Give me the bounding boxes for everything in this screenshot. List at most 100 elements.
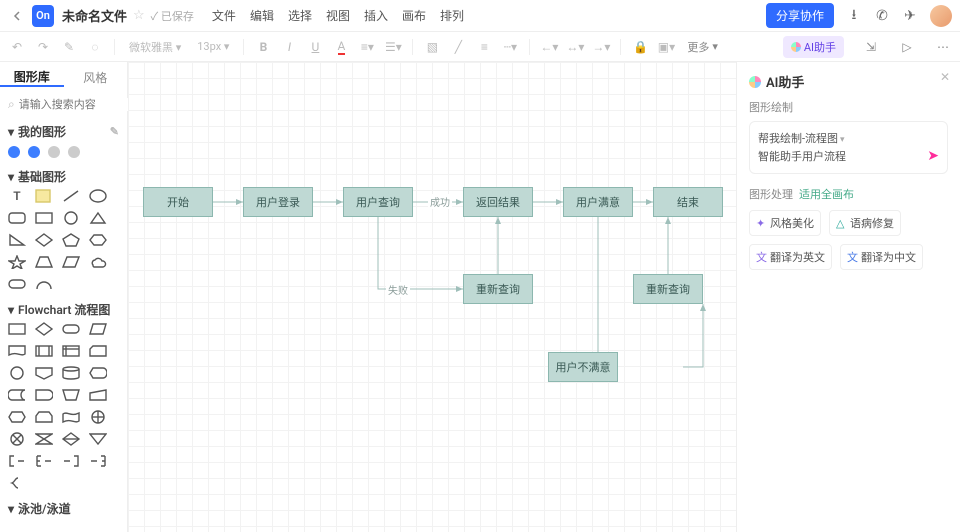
fill-color-icon[interactable]: ▧ bbox=[423, 38, 441, 56]
chip-fix[interactable]: △语病修复 bbox=[829, 210, 901, 236]
fc-process[interactable] bbox=[8, 322, 26, 336]
swatch[interactable] bbox=[68, 146, 80, 158]
fc-brace[interactable] bbox=[8, 476, 26, 490]
edit-my-shapes-icon[interactable]: ✎ bbox=[110, 125, 119, 138]
italic-icon[interactable]: I bbox=[280, 38, 298, 56]
download-icon[interactable]: ⭳ bbox=[846, 8, 862, 24]
avatar[interactable] bbox=[930, 5, 952, 27]
align-icon[interactable]: ≡▾ bbox=[358, 38, 376, 56]
fc-delay[interactable] bbox=[35, 388, 53, 402]
favorite-icon[interactable]: ☆ bbox=[133, 8, 145, 23]
menu-edit[interactable]: 编辑 bbox=[250, 7, 274, 24]
font-size-select[interactable]: 13px ▾ bbox=[197, 40, 229, 53]
fc-predef[interactable] bbox=[35, 344, 53, 358]
swatch[interactable] bbox=[48, 146, 60, 158]
shape-star[interactable] bbox=[8, 255, 26, 269]
lock-icon[interactable]: 🔒 bbox=[631, 38, 649, 56]
node-query[interactable]: 用户查询 bbox=[343, 187, 413, 217]
bold-icon[interactable]: B bbox=[254, 38, 272, 56]
fc-stored[interactable] bbox=[8, 388, 26, 402]
close-icon[interactable]: ✕ bbox=[940, 70, 950, 84]
fc-data[interactable] bbox=[89, 322, 107, 336]
ai-prompt-card[interactable]: 帮我绘制-流程图▾ 智能助手用户流程 ➤ bbox=[749, 121, 948, 174]
menu-canvas[interactable]: 画布 bbox=[402, 7, 426, 24]
export-icon[interactable]: ⇲ bbox=[862, 38, 880, 56]
tab-library[interactable]: 图形库 bbox=[0, 68, 64, 87]
fc-prep[interactable] bbox=[8, 410, 26, 424]
shape-note[interactable] bbox=[35, 189, 53, 203]
node-retry1[interactable]: 重新查询 bbox=[463, 274, 533, 304]
node-login[interactable]: 用户登录 bbox=[243, 187, 313, 217]
tab-style[interactable]: 风格 bbox=[64, 69, 128, 86]
fc-decision[interactable] bbox=[35, 322, 53, 336]
fc-connector[interactable] bbox=[8, 366, 26, 380]
group-icon[interactable]: ▣▾ bbox=[657, 38, 675, 56]
menu-arrange[interactable]: 排列 bbox=[440, 7, 464, 24]
cat-flowchart[interactable]: ▾ Flowchart 流程图 bbox=[8, 301, 119, 318]
ai-toolbar-button[interactable]: AI助手 bbox=[783, 36, 844, 58]
send-icon[interactable]: ➤ bbox=[927, 145, 939, 167]
fc-annot3[interactable] bbox=[62, 454, 80, 468]
fc-terminator[interactable] bbox=[62, 322, 80, 336]
shape-roundrect[interactable] bbox=[8, 211, 26, 225]
canvas[interactable]: 开始 用户登录 用户查询 返回结果 用户满意 结束 重新查询 重新查询 用户不满… bbox=[128, 62, 736, 532]
swatch[interactable] bbox=[28, 146, 40, 158]
fc-display[interactable] bbox=[89, 366, 107, 380]
node-result[interactable]: 返回结果 bbox=[463, 187, 533, 217]
underline-icon[interactable]: U bbox=[306, 38, 324, 56]
shape-rtriangle[interactable] bbox=[8, 233, 26, 247]
shape-line[interactable] bbox=[62, 189, 80, 203]
fc-card[interactable] bbox=[89, 344, 107, 358]
fc-database[interactable] bbox=[62, 366, 80, 380]
cat-swimlane[interactable]: ▾ 泳池/泳道 bbox=[8, 500, 119, 517]
fc-internal[interactable] bbox=[62, 344, 80, 358]
shape-hexagon[interactable] bbox=[89, 233, 107, 247]
shape-diamond[interactable] bbox=[35, 233, 53, 247]
line-color-icon[interactable]: ╱ bbox=[449, 38, 467, 56]
fc-offpage[interactable] bbox=[35, 366, 53, 380]
fc-loop[interactable] bbox=[35, 410, 53, 424]
node-satisfy[interactable]: 用户满意 bbox=[563, 187, 633, 217]
menu-insert[interactable]: 插入 bbox=[364, 7, 388, 24]
connector-icon[interactable]: ↔▾ bbox=[566, 38, 584, 56]
node-end[interactable]: 结束 bbox=[653, 187, 723, 217]
node-start[interactable]: 开始 bbox=[143, 187, 213, 217]
chip-zh[interactable]: 文翻译为中文 bbox=[840, 244, 923, 270]
menu-view[interactable]: 视图 bbox=[326, 7, 350, 24]
more-button[interactable]: 更多 ▾ bbox=[687, 39, 718, 55]
arrow-end-icon[interactable]: →▾ bbox=[592, 38, 610, 56]
shape-circle[interactable] bbox=[62, 211, 80, 225]
line-style-icon[interactable]: ┄▾ bbox=[501, 38, 519, 56]
shape-triangle[interactable] bbox=[89, 211, 107, 225]
shape-cloud[interactable] bbox=[89, 255, 107, 269]
cat-my-shapes[interactable]: ▾ 我的图形✎ bbox=[8, 123, 119, 140]
fc-annot1[interactable] bbox=[8, 454, 26, 468]
fc-sum[interactable] bbox=[89, 410, 107, 424]
chip-beautify[interactable]: ✦风格美化 bbox=[749, 210, 821, 236]
undo-icon[interactable]: ↶ bbox=[8, 38, 26, 56]
font-select[interactable]: 微软雅黑 ▾ bbox=[129, 39, 181, 55]
menu-file[interactable]: 文件 bbox=[212, 7, 236, 24]
font-color-icon[interactable]: A bbox=[332, 38, 350, 56]
phone-icon[interactable]: ✆ bbox=[874, 8, 890, 24]
shape-trapezoid[interactable] bbox=[35, 255, 53, 269]
fc-annot4[interactable] bbox=[89, 454, 107, 468]
shape-ellipse[interactable] bbox=[89, 189, 107, 203]
send-icon[interactable]: ✈ bbox=[902, 8, 918, 24]
swatch[interactable] bbox=[8, 146, 20, 158]
cat-basic[interactable]: ▾ 基础图形 bbox=[8, 168, 119, 185]
fc-tape[interactable] bbox=[62, 410, 80, 424]
shape-pentagon[interactable] bbox=[62, 233, 80, 247]
fc-sort[interactable] bbox=[62, 432, 80, 446]
fc-document[interactable] bbox=[8, 344, 26, 358]
present-icon[interactable]: ▷ bbox=[898, 38, 916, 56]
more-icon[interactable]: ⋯ bbox=[934, 38, 952, 56]
fc-merge[interactable] bbox=[89, 432, 107, 446]
line-spacing-icon[interactable]: ☰▾ bbox=[384, 38, 402, 56]
arrow-start-icon[interactable]: ←▾ bbox=[540, 38, 558, 56]
clear-format-icon[interactable]: ◌ bbox=[86, 38, 104, 56]
shape-parallelogram[interactable] bbox=[62, 255, 80, 269]
format-painter-icon[interactable]: ✎ bbox=[60, 38, 78, 56]
back-button[interactable] bbox=[8, 7, 26, 25]
fc-manualop[interactable] bbox=[62, 388, 80, 402]
